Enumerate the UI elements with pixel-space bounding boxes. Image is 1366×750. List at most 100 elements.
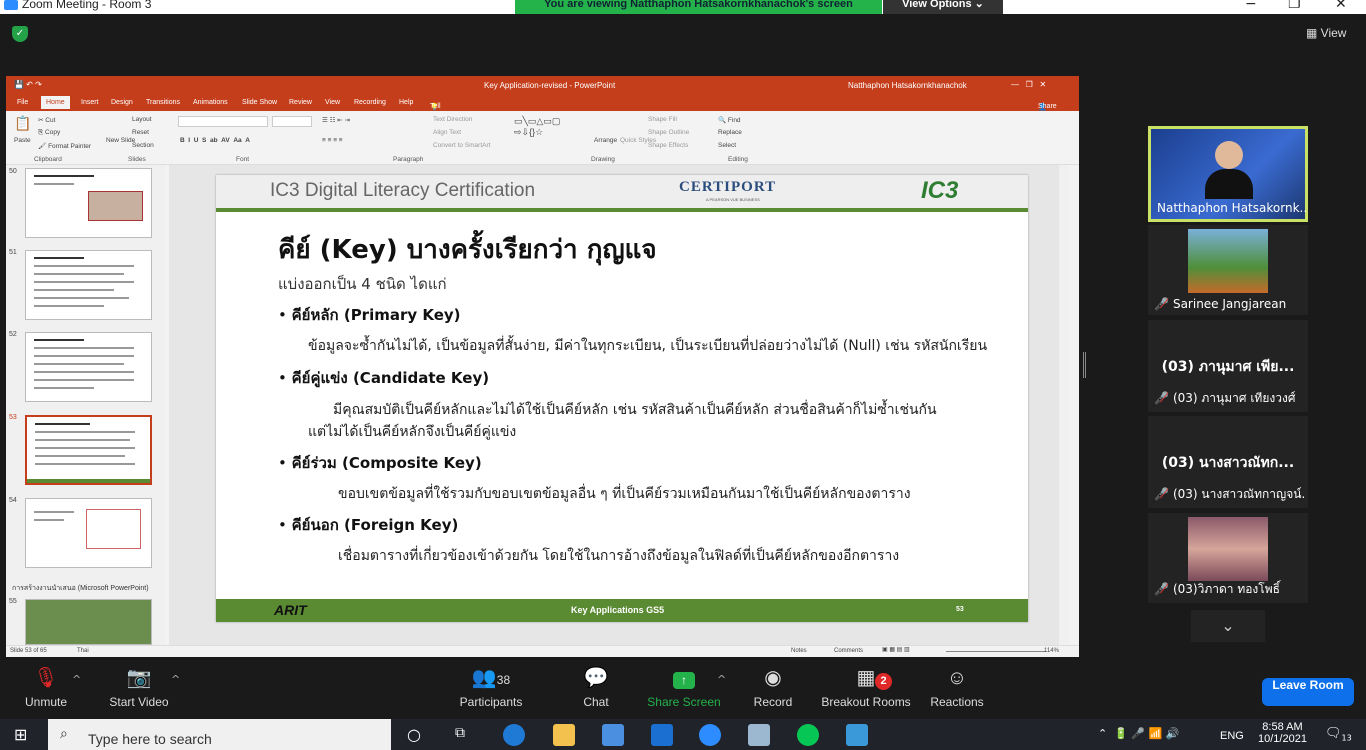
windows-start-icon[interactable]: ⊞ [14,725,27,744]
shape-effects-button[interactable]: Shape Effects [648,142,688,149]
paste-button[interactable]: Paste [14,137,31,144]
tab-transitions[interactable]: Transitions [146,99,180,106]
chat-button[interactable]: 💬 Chat [575,663,617,709]
breakout-rooms-button[interactable]: ▦ Breakout Rooms [820,663,912,709]
tab-insert[interactable]: Insert [81,99,99,106]
find-button[interactable]: 🔍 Find [718,116,741,124]
tab-design[interactable]: Design [111,99,133,106]
vertical-scrollbar[interactable] [1059,165,1069,645]
tray-icons[interactable]: ⌃ 🔋 🎤 📶 🔊 [1098,727,1180,740]
security-shield-icon[interactable]: ✓ [12,26,28,42]
view-button[interactable]: ▦ View [1306,26,1346,40]
convert-smartart-button[interactable]: Convert to SmartArt [433,142,490,149]
section-label[interactable]: การสร้างงานนำเสนอ (Microsoft PowerPoint) [12,583,149,594]
align-buttons[interactable]: ≡ ≡ ≡ ≡ [322,137,343,144]
tab-view[interactable]: View [325,99,340,106]
video-options-caret-icon[interactable]: ^ [171,673,180,686]
paste-icon[interactable]: 📋 [14,115,31,132]
scroll-down-button[interactable]: ⌄ [1191,610,1265,642]
group-font: Font [236,156,250,163]
slide-divider [216,208,1028,212]
split-handle[interactable] [1083,352,1086,378]
taskbar-search[interactable]: ⌕ Type here to search [48,719,391,750]
layout-button[interactable]: Layout [132,116,152,123]
slide-thumbnail-53[interactable] [25,415,152,485]
mail-icon[interactable] [651,724,673,746]
record-button[interactable]: ◉ Record [750,663,796,709]
bullet-description-cont: แต่ไม่ได้เป็นคีย์หลักจึงเป็นคีย์คู่แข่ง [308,424,517,440]
language[interactable]: Thai [77,648,89,654]
copy-button[interactable]: ⎘ Copy [38,129,60,137]
maximize-icon[interactable]: ❐ [1288,0,1301,12]
reactions-button[interactable]: ☺ Reactions [928,663,986,709]
close-icon[interactable]: ✕ [1335,0,1347,12]
cortana-icon[interactable]: ○ [407,725,421,744]
shape-fill-button[interactable]: Shape Fill [648,116,677,123]
reset-button[interactable]: Reset [132,129,149,136]
view-options-button[interactable]: View Options ⌄ [883,0,1003,14]
select-button[interactable]: Select [718,142,736,149]
share-options-caret-icon[interactable]: ^ [717,673,726,686]
zoom-level[interactable]: 114% [1044,648,1059,654]
bullet-item: • คีย์นอก (Foreign Key) [278,516,459,534]
cut-button[interactable]: ✂ Cut [38,116,55,124]
share-screen-button[interactable]: ↑ Share Screen [647,663,721,709]
replace-button[interactable]: Replace [718,129,742,136]
list-buttons[interactable]: ☰ ☷ ⇤ ⇥ [322,116,350,124]
app-icon[interactable] [748,724,770,746]
shapes-gallery[interactable]: ▭╲▭△▭▢ ⇨⇩{}☆ [514,116,560,138]
tab-help[interactable]: Help [399,99,413,106]
audio-options-caret-icon[interactable]: ^ [72,673,81,686]
slide-thumbnail-52[interactable] [25,332,152,402]
participants-button[interactable]: 👥38 Participants [455,663,527,709]
zoom-taskbar-icon[interactable] [699,724,721,746]
shape-outline-button[interactable]: Shape Outline [648,129,689,136]
input-language[interactable]: ENG [1220,730,1244,742]
store-icon[interactable] [602,724,624,746]
task-view-icon[interactable]: ⧉ [455,725,465,741]
participant-name-text: (03)วิภาดา ทองโพธิ์ [1172,582,1280,596]
participant-name: 🎤̸ Sarinee Jangjarean [1154,297,1304,311]
file-explorer-icon[interactable] [553,724,575,746]
app-icon[interactable] [846,724,868,746]
slide-thumbnail-51[interactable] [25,250,152,320]
system-clock[interactable]: 8:58 AM 10/1/2021 [1258,721,1307,745]
tab-home[interactable]: Home [41,96,70,109]
font-name-box[interactable] [178,116,268,127]
leave-room-button[interactable]: Leave Room [1262,678,1354,706]
participant-name-text: (03) ภานุมาศ เทียงวงศ์ [1172,391,1296,405]
font-size-box[interactable] [272,116,312,127]
participant-tile[interactable]: (03) นางสาวณัทก... 🎤̸ (03) นางสาวณัทกาญจน… [1148,416,1308,508]
line-icon[interactable] [797,724,819,746]
text-direction-button[interactable]: Text Direction [433,116,472,123]
start-video-button[interactable]: 📷 Start Video [104,663,174,709]
section-button[interactable]: Section [132,142,154,149]
slide-thumbnail-54[interactable] [25,498,152,568]
view-mode-icons[interactable]: ▣ ▦ ▤ ▥ [882,646,910,653]
tab-slideshow[interactable]: Slide Show [242,99,277,106]
slide-canvas[interactable]: IC3 Digital Literacy Certification CERTI… [216,175,1028,622]
participant-tile[interactable]: (03) ภานุมาศ เพีย... 🎤̸ (03) ภานุมาศ เทีย… [1148,320,1308,412]
participant-tile-active[interactable]: Natthaphon Hatsakornk... [1148,126,1308,222]
notes-button[interactable]: Notes [791,648,807,654]
minimize-icon[interactable]: − [1245,0,1257,12]
unmute-button[interactable]: 🎙 Unmute [18,663,74,709]
notifications-icon[interactable]: 🗨13 [1325,726,1352,743]
align-text-button[interactable]: Align Text [433,129,461,136]
edge-icon[interactable] [503,724,525,746]
slide-thumbnail-55[interactable] [25,599,152,645]
arrange-button[interactable]: Arrange [594,137,617,144]
format-painter-label: Format Painter [48,143,92,150]
participant-tile[interactable]: 🎤̸ Sarinee Jangjarean [1148,225,1308,315]
tab-file[interactable]: File [17,99,28,106]
tab-review[interactable]: Review [289,99,312,106]
new-slide-button[interactable]: New Slide [106,137,135,144]
tab-recording[interactable]: Recording [354,99,386,106]
participant-tile[interactable]: 🎤̸ (03)วิภาดา ทองโพธิ์ [1148,513,1308,603]
slide-thumbnail-50[interactable] [25,168,152,238]
zoom-slider[interactable] [946,651,1046,652]
font-format-buttons[interactable]: B I U S ab AV Aa A [180,137,250,144]
comments-button[interactable]: Comments [834,648,863,654]
tab-animations[interactable]: Animations [193,99,228,106]
format-painter-button[interactable]: 🖌 Format Painter [38,142,91,150]
